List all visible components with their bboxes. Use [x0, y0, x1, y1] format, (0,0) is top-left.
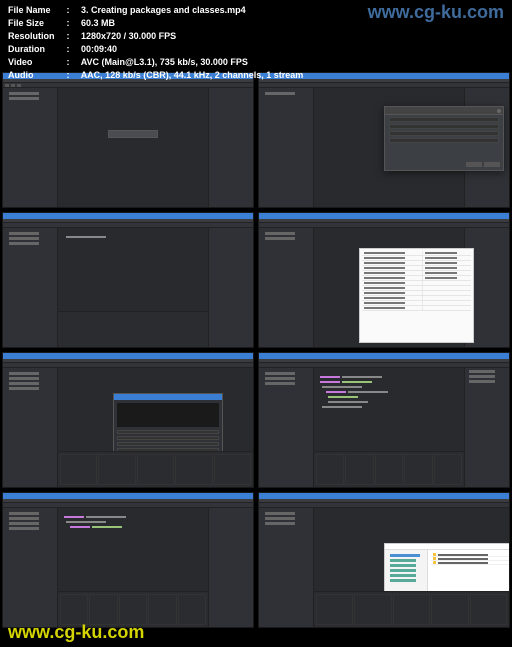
editor-area: [58, 368, 253, 487]
context-menu: [359, 248, 474, 343]
project-tree-panel: [259, 228, 314, 347]
bottom-panel: [314, 591, 509, 627]
project-tree-panel: [3, 368, 58, 487]
editor-area: [58, 508, 208, 627]
info-row: Duration : 00:09:40: [8, 43, 303, 56]
toolbar-button: [17, 84, 21, 87]
thumbnail-8: [258, 492, 510, 628]
project-tree-panel: [259, 508, 314, 627]
bottom-panel: [58, 451, 253, 487]
info-separator: :: [67, 43, 79, 56]
project-tree-panel: [3, 88, 58, 207]
watermark-top: www.cg-ku.com: [368, 2, 504, 23]
info-separator: :: [67, 69, 79, 82]
info-row: Audio : AAC, 128 kb/s (CBR), 44.1 kHz, 2…: [8, 69, 303, 82]
dialog-field: [117, 436, 219, 440]
dialog-titlebar: [114, 394, 222, 400]
bottom-panel: [58, 311, 208, 347]
dialog-field: [117, 430, 219, 434]
watermark-bottom: www.cg-ku.com: [8, 622, 144, 643]
folder-icon: [433, 557, 436, 560]
dialog-field: [117, 442, 219, 446]
thumbnail-6: [258, 352, 510, 488]
placeholder-banner: [108, 130, 158, 138]
info-value: 1280x720 / 30.000 FPS: [81, 31, 176, 41]
info-label: File Name: [8, 4, 64, 17]
editor-area: [314, 368, 464, 487]
info-separator: :: [67, 4, 79, 17]
info-row: Video : AVC (Main@L3.1), 735 kb/s, 30.00…: [8, 56, 303, 69]
close-icon: [497, 109, 501, 113]
right-panel: [208, 88, 253, 207]
info-value: 60.3 MB: [81, 18, 115, 28]
media-info-block: File Name : 3. Creating packages and cla…: [8, 4, 303, 82]
dialog-field: [389, 138, 499, 143]
info-value: 00:09:40: [81, 44, 117, 54]
editor-area: [314, 228, 464, 347]
editor-area: [314, 88, 464, 207]
info-separator: :: [67, 30, 79, 43]
editor-area: [58, 228, 208, 347]
info-row: File Name : 3. Creating packages and cla…: [8, 4, 303, 17]
thumbnail-1: [2, 72, 254, 208]
right-panel: [464, 368, 509, 487]
right-panel: [208, 508, 253, 627]
folder-icon: [433, 561, 436, 564]
dialog-button: [466, 162, 482, 167]
editor-area: [58, 88, 208, 207]
dialog-field: [389, 117, 499, 122]
info-value: 3. Creating packages and classes.mp4: [81, 5, 246, 15]
project-tree-panel: [3, 228, 58, 347]
info-row: Resolution : 1280x720 / 30.000 FPS: [8, 30, 303, 43]
info-label: Audio: [8, 69, 64, 82]
dialog-button: [484, 162, 500, 167]
project-tree-panel: [259, 368, 314, 487]
thumbnail-4: [258, 212, 510, 348]
editor-area: [314, 508, 509, 627]
info-label: Resolution: [8, 30, 64, 43]
thumbnail-3: [2, 212, 254, 348]
info-label: File Size: [8, 17, 64, 30]
dialog-preview: [117, 403, 219, 427]
thumbnail-grid: [0, 70, 512, 630]
thumbnail-2: [258, 72, 510, 208]
thumbnail-7: [2, 492, 254, 628]
project-tree-panel: [3, 508, 58, 627]
info-row: File Size : 60.3 MB: [8, 17, 303, 30]
info-label: Video: [8, 56, 64, 69]
folder-icon: [433, 553, 436, 556]
info-separator: :: [67, 17, 79, 30]
toolbar-button: [11, 84, 15, 87]
project-tree-panel: [259, 88, 314, 207]
info-value: AVC (Main@L3.1), 735 kb/s, 30.000 FPS: [81, 57, 248, 67]
dialog-titlebar: [385, 107, 503, 115]
info-separator: :: [67, 56, 79, 69]
right-panel: [208, 228, 253, 347]
info-label: Duration: [8, 43, 64, 56]
thumbnail-5: [2, 352, 254, 488]
dialog-new-class: [384, 106, 504, 171]
info-value: AAC, 128 kb/s (CBR), 44.1 kHz, 2 channel…: [81, 70, 304, 80]
dialog-field: [389, 124, 499, 129]
bottom-panel: [314, 451, 464, 487]
dialog-field: [389, 131, 499, 136]
toolbar-button: [5, 84, 9, 87]
